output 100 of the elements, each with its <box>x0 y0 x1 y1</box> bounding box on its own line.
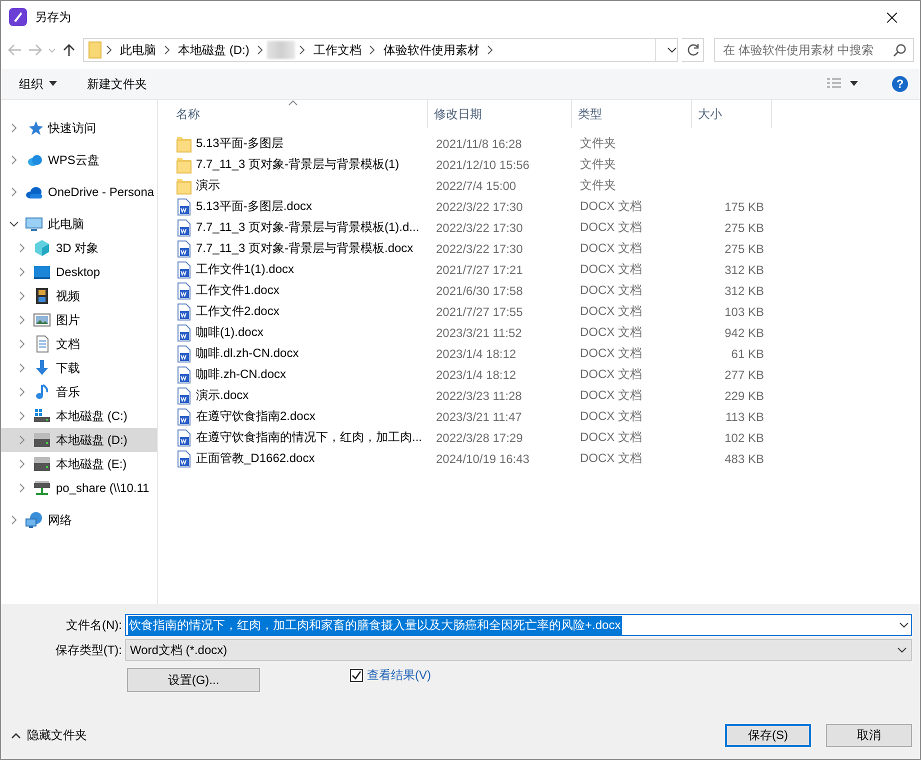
close-button[interactable]: × <box>872 3 912 31</box>
file-name[interactable]: 演示 <box>176 176 434 194</box>
caret-icon[interactable] <box>850 81 858 87</box>
file-type: DOCX 文档 <box>579 366 644 383</box>
file-type: DOCX 文档 <box>579 240 644 257</box>
word-document-icon <box>176 344 192 362</box>
search-icon <box>893 43 907 57</box>
word-document-icon <box>176 218 192 236</box>
sidebar-item[interactable]: 本地磁盘 (C:) <box>1 404 157 428</box>
sidebar-item[interactable]: 图片 <box>1 308 157 332</box>
search-field[interactable]: 在 体验软件使用素材 中搜索 <box>714 38 914 62</box>
folder-icon <box>176 176 192 194</box>
file-name[interactable]: 5.13平面-多图层 <box>176 134 434 152</box>
sidebar-item[interactable]: 快速访问 <box>1 116 157 140</box>
file-name[interactable]: 5.13平面-多图层.docx <box>176 198 434 216</box>
chevron-right-icon <box>256 45 264 55</box>
word-document-icon <box>176 386 192 404</box>
column-header[interactable]: 修改日期 <box>428 100 572 128</box>
sidebar-item[interactable]: po_share (\\10.11 <box>1 476 157 500</box>
dialog-button[interactable]: 取消 <box>826 724 912 747</box>
back-arrow-icon[interactable] <box>7 42 23 58</box>
help-button[interactable]: ? <box>892 76 908 92</box>
checkmark-icon <box>351 670 362 680</box>
checkbox-label[interactable]: 查看结果(V) <box>367 666 431 684</box>
word-document-icon <box>176 428 192 446</box>
modified-date: 2021/6/30 17:58 <box>435 284 524 298</box>
file-name[interactable]: 咖啡.dl.zh-CN.docx <box>176 344 434 362</box>
filename-field[interactable]: 饮食指南的情况下，红肉，加工肉和家畜的膳食摄入量以及大肠癌和全因死亡率的风险+.docx <box>125 614 912 636</box>
refresh-icon[interactable] <box>686 43 700 57</box>
app-logo-icon <box>9 8 27 26</box>
sidebar-item[interactable]: 本地磁盘 (D:) <box>1 428 157 452</box>
dropdown-chevron-icon[interactable] <box>897 645 907 655</box>
file-name[interactable]: 在遵守饮食指南2.docx <box>176 408 434 426</box>
sidebar-item[interactable]: 音乐 <box>1 380 157 404</box>
sidebar-item[interactable]: OneDrive - Persona <box>1 180 157 204</box>
file-name[interactable]: 工作文件1.docx <box>176 282 434 300</box>
file-type: DOCX 文档 <box>579 324 644 341</box>
breadcrumb[interactable]: 工作文档 <box>309 42 366 58</box>
file-name[interactable]: 7.7_11_3 页对象-背景层与背景模板(1) <box>176 156 434 174</box>
dialog-button[interactable]: 保存(S) <box>725 724 811 747</box>
file-type-dropdown[interactable]: Word文档 (*.docx) <box>125 639 912 661</box>
file-size: 312 KB <box>724 284 764 298</box>
sidebar-item[interactable]: 本地磁盘 (E:) <box>1 452 157 476</box>
sidebar-item[interactable]: 下载 <box>1 356 157 380</box>
chevron-right-icon <box>163 45 171 55</box>
drive-icon <box>33 431 51 449</box>
modified-date: 2021/12/10 15:56 <box>435 158 530 172</box>
organize-button[interactable]: 组织 <box>11 72 65 96</box>
file-size: 61 KB <box>730 346 764 360</box>
breadcrumb[interactable]: 体验软件使用素材 <box>379 42 484 58</box>
modified-date: 2021/7/27 17:21 <box>435 262 524 276</box>
sidebar-item[interactable]: 视频 <box>1 284 157 308</box>
file-name[interactable]: 咖啡.zh-CN.docx <box>176 366 434 384</box>
dropdown-chevron-icon[interactable] <box>899 620 909 630</box>
checkbox[interactable] <box>350 668 363 682</box>
breadcrumb[interactable]: 本地磁盘 (D:) <box>174 42 254 58</box>
sidebar-item[interactable]: 网络 <box>1 508 157 532</box>
word-document-icon <box>176 408 192 426</box>
file-name[interactable]: 正面管教_D1662.docx <box>176 450 434 468</box>
sidebar-item[interactable]: WPS云盘 <box>1 148 157 172</box>
new-folder-button[interactable]: 新建文件夹 <box>79 72 155 96</box>
modified-date: 2022/3/23 11:28 <box>435 388 523 402</box>
monitor-icon <box>25 215 43 233</box>
modified-date: 2024/10/19 16:43 <box>435 452 530 466</box>
file-name[interactable]: 在遵守饮食指南的情况下，红肉，加工肉... <box>176 428 434 446</box>
folder-icon <box>88 41 102 59</box>
file-size: 483 KB <box>724 452 764 466</box>
file-size: 275 KB <box>724 220 764 234</box>
file-name[interactable]: 演示.docx <box>176 386 434 404</box>
file-name[interactable]: 工作文件2.docx <box>176 302 434 320</box>
settings-button[interactable]: 设置(G)... <box>127 668 260 692</box>
picture-icon <box>33 311 51 329</box>
folder-icon <box>176 156 192 174</box>
file-type: DOCX 文档 <box>579 198 644 215</box>
sidebar-item[interactable]: 此电脑 <box>1 212 157 236</box>
sort-caret-icon <box>288 100 298 106</box>
modified-date: 2021/11/8 16:28 <box>435 136 523 150</box>
file-type: DOCX 文档 <box>579 219 644 236</box>
dropdown-chevron-icon[interactable] <box>667 45 677 55</box>
network-icon <box>25 511 43 529</box>
file-name[interactable]: 工作文件1(1).docx <box>176 260 434 278</box>
file-name[interactable]: 7.7_11_3 页对象-背景层与背景模板(1).d... <box>176 218 434 236</box>
file-name[interactable]: 7.7_11_3 页对象-背景层与背景模板.docx <box>176 240 434 258</box>
music-note-icon <box>33 383 51 401</box>
column-header[interactable]: 类型 <box>572 100 692 128</box>
network-drive-icon <box>33 479 51 497</box>
sidebar-item[interactable]: 文档 <box>1 332 157 356</box>
file-name[interactable]: 咖啡(1).docx <box>176 324 434 342</box>
sidebar-item[interactable]: 3D 对象 <box>1 236 157 260</box>
forward-arrow-icon[interactable] <box>27 42 43 58</box>
chevron-right-icon <box>105 45 113 55</box>
column-header[interactable]: 名称 <box>170 100 428 128</box>
word-document-icon <box>176 198 192 216</box>
sidebar-item[interactable]: Desktop <box>1 260 157 284</box>
file-type: DOCX 文档 <box>579 282 644 299</box>
address-bar[interactable]: 此电脑 本地磁盘 (D:) 工作文档 体验软件使用素材 <box>83 38 678 62</box>
hide-folders-button[interactable]: 隐藏文件夹 <box>1 726 93 745</box>
breadcrumb[interactable]: 此电脑 <box>116 42 160 58</box>
up-arrow-icon[interactable] <box>61 42 77 58</box>
column-header[interactable]: 大小 <box>692 100 772 128</box>
